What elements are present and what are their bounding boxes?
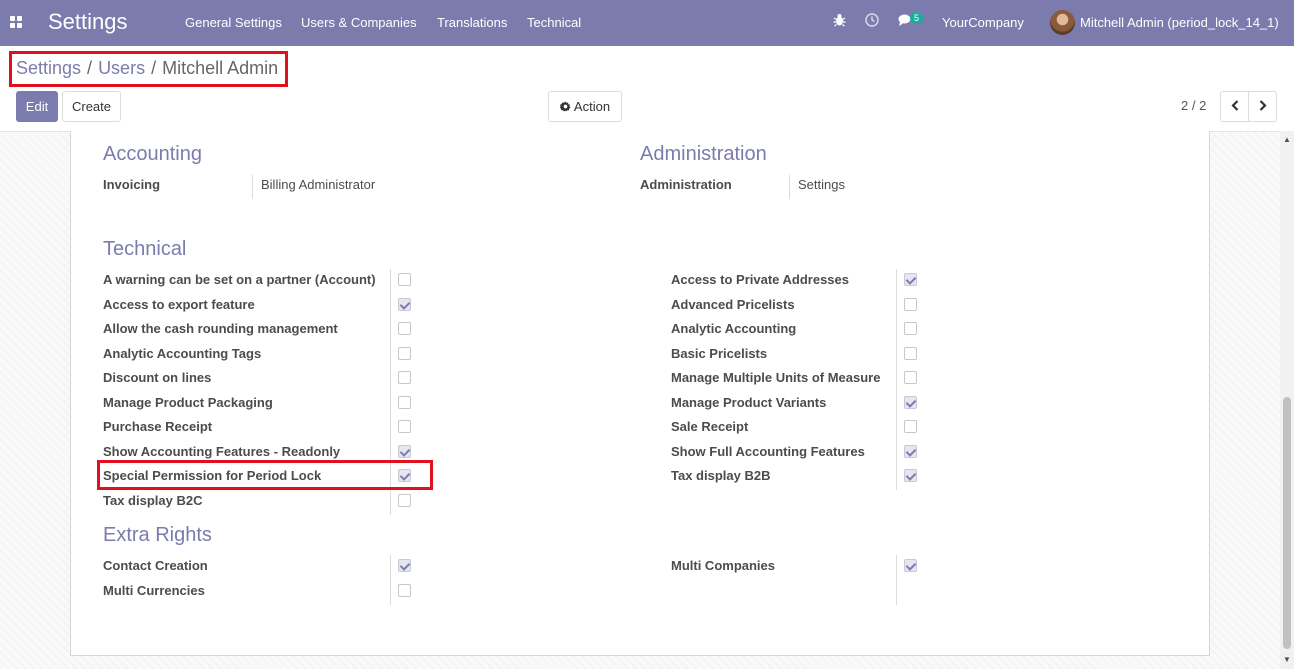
- field-label-manage-multiple-units-of-measure: Manage Multiple Units of Measure: [671, 370, 881, 385]
- field-divider: [252, 175, 253, 199]
- create-button[interactable]: Create: [62, 91, 121, 122]
- checkbox-discount-on-lines[interactable]: [398, 371, 411, 384]
- checkbox-show-full-accounting-features[interactable]: [904, 444, 917, 458]
- field-label-analytic-accounting-tags: Analytic Accounting Tags: [103, 345, 262, 361]
- field-label-multi-companies: Multi Companies: [671, 558, 776, 573]
- column-divider: [390, 555, 391, 605]
- top-navbar: Settings General Settings Users & Compan…: [0, 0, 1294, 46]
- field-label-manage-product-packaging: Manage Product Packaging: [103, 394, 273, 410]
- checkbox-a-warning-can-be-set-on-a-partner-account[interactable]: [398, 273, 411, 286]
- period-lock-highlight-box: [97, 460, 433, 490]
- scroll-down-icon[interactable]: ▼: [1283, 655, 1291, 664]
- field-label-manage-product-variants: Manage Product Variants: [671, 394, 827, 410]
- pager-previous-button[interactable]: [1220, 91, 1249, 122]
- field-label-a-warning-can-be-set-on-a-partner-account: A warning can be set on a partner (Accou…: [103, 272, 376, 287]
- field-label-discount-on-lines: Discount on lines: [103, 370, 212, 385]
- field-value-invoicing: Billing Administrator: [261, 177, 376, 192]
- checkbox-manage-product-variants[interactable]: [904, 395, 917, 409]
- menu-users-companies[interactable]: Users & Companies: [301, 15, 417, 30]
- edit-button[interactable]: Edit: [16, 91, 58, 122]
- field-label-sale-receipt: Sale Receipt: [671, 419, 749, 434]
- checkbox-analytic-accounting-tags[interactable]: [398, 346, 411, 360]
- checkbox-analytic-accounting[interactable]: [904, 322, 917, 335]
- checkbox-tax-display-b2c[interactable]: [398, 493, 411, 507]
- checkbox-access-to-private-addresses[interactable]: [904, 273, 917, 286]
- field-label-basic-pricelists: Basic Pricelists: [671, 345, 768, 361]
- field-label-allow-the-cash-rounding-management: Allow the cash rounding management: [103, 321, 338, 336]
- field-label-show-full-accounting-features: Show Full Accounting Features: [671, 443, 865, 459]
- app-title: Settings: [48, 9, 128, 34]
- field-label-multi-currencies: Multi Currencies: [103, 582, 205, 598]
- chevron-left-icon: [1230, 98, 1239, 114]
- menu-general-settings[interactable]: General Settings: [185, 15, 282, 30]
- action-label: Action: [573, 99, 611, 114]
- field-label-analytic-accounting: Analytic Accounting: [671, 321, 797, 336]
- checkbox-contact-creation[interactable]: [398, 559, 411, 572]
- field-label-show-accounting-features-readonly: Show Accounting Features - Readonly: [103, 443, 341, 459]
- field-label-tax-display-b2c: Tax display B2C: [103, 492, 203, 508]
- checkbox-purchase-receipt[interactable]: [398, 420, 411, 433]
- field-divider: [789, 175, 790, 199]
- menu-technical[interactable]: Technical: [527, 15, 581, 30]
- chevron-right-icon: [1259, 98, 1267, 114]
- field-label-advanced-pricelists: Advanced Pricelists: [671, 296, 795, 312]
- pager-value: 2 / 2: [1181, 98, 1207, 113]
- checkbox-show-accounting-features-readonly[interactable]: [398, 444, 411, 458]
- user-menu[interactable]: Mitchell Admin (period_lock_14_1): [1080, 15, 1279, 30]
- pager-next-button[interactable]: [1248, 91, 1277, 122]
- menu-translations[interactable]: Translations: [437, 15, 507, 30]
- section-title-technical: Technical: [103, 238, 187, 260]
- scroll-up-icon[interactable]: ▲: [1283, 135, 1291, 144]
- column-divider: [896, 269, 897, 490]
- checkbox-allow-the-cash-rounding-management[interactable]: [398, 322, 411, 335]
- field-label-contact-creation: Contact Creation: [103, 558, 208, 573]
- field-label-invoicing: Invoicing: [103, 177, 161, 192]
- clock-icon[interactable]: [865, 13, 879, 30]
- apps-menu-icon[interactable]: [10, 16, 23, 29]
- field-label-purchase-receipt: Purchase Receipt: [103, 419, 213, 434]
- checkbox-tax-display-b2b[interactable]: [904, 469, 917, 482]
- checkbox-sale-receipt[interactable]: [904, 420, 917, 433]
- checkbox-multi-companies[interactable]: [904, 559, 917, 572]
- field-value-administration: Settings: [798, 177, 845, 192]
- field-label-access-to-private-addresses: Access to Private Addresses: [671, 272, 850, 287]
- checkbox-advanced-pricelists[interactable]: [904, 297, 917, 311]
- company-switcher[interactable]: YourCompany: [942, 15, 1024, 30]
- form-sheet: [70, 131, 1210, 656]
- checkbox-basic-pricelists[interactable]: [904, 346, 917, 360]
- field-label-administration: Administration: [640, 177, 732, 192]
- gear-icon: [559, 93, 571, 122]
- section-title-administration: Administration: [640, 143, 767, 165]
- user-avatar[interactable]: [1050, 10, 1075, 35]
- checkbox-multi-currencies[interactable]: [398, 583, 411, 597]
- checkbox-access-to-export-feature[interactable]: [398, 297, 411, 311]
- section-title-extra-rights: Extra Rights: [103, 524, 212, 546]
- scrollbar-thumb[interactable]: [1283, 397, 1291, 649]
- checkbox-manage-multiple-units-of-measure[interactable]: [904, 371, 917, 384]
- field-label-tax-display-b2b: Tax display B2B: [671, 468, 771, 483]
- bug-icon[interactable]: [833, 13, 846, 30]
- breadcrumb-highlight-box: [9, 51, 288, 87]
- vertical-scrollbar[interactable]: ▲ ▼: [1280, 131, 1294, 669]
- action-button[interactable]: Action: [548, 91, 622, 122]
- section-title-accounting: Accounting: [103, 143, 202, 165]
- message-count-badge: 5: [910, 12, 924, 24]
- checkbox-manage-product-packaging[interactable]: [398, 395, 411, 409]
- column-divider: [896, 555, 897, 605]
- field-label-access-to-export-feature: Access to export feature: [103, 296, 255, 312]
